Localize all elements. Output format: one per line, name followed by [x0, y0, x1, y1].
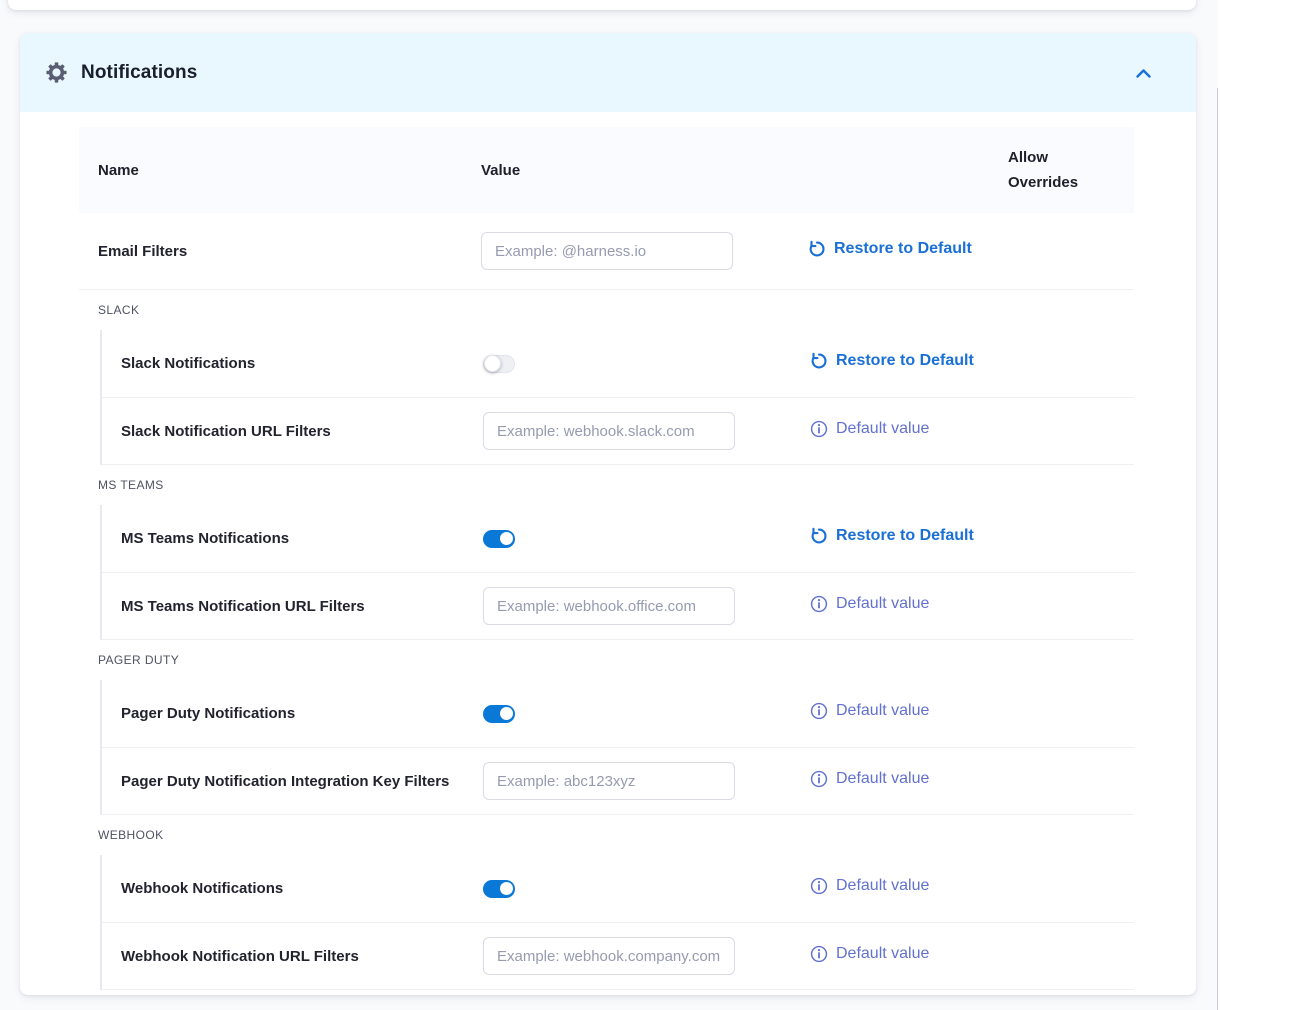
- default-value-link[interactable]: Default value: [810, 702, 929, 720]
- setting-action-cell: Restore to Default: [810, 352, 1134, 375]
- right-gutter: [1218, 0, 1300, 1010]
- row-webhook-notification-url-filters: Webhook Notification URL Filters Default …: [102, 922, 1134, 989]
- setting-value-cell: [483, 587, 810, 625]
- setting-name: Slack Notifications: [102, 355, 483, 372]
- settings-table: Name Value Allow Overrides Email Filters…: [20, 112, 1196, 990]
- setting-value-cell: [483, 762, 810, 800]
- restore-to-default-link[interactable]: Restore to Default: [810, 352, 974, 370]
- group-slack: Slack NotificationsRestore to DefaultSla…: [100, 330, 1134, 465]
- setting-name: Pager Duty Notifications: [102, 705, 483, 722]
- column-header-allow-overrides: Allow Overrides: [1008, 145, 1088, 195]
- row-pager-duty-notification-integration-key-filters: Pager Duty Notification Integration Key …: [102, 747, 1134, 814]
- setting-value-cell: [483, 355, 810, 373]
- default-value-link[interactable]: Default value: [810, 595, 929, 613]
- toggle-knob: [500, 532, 513, 545]
- restore-icon: [808, 240, 826, 258]
- setting-value-cell: [483, 705, 810, 723]
- webhook-notifications-toggle[interactable]: [483, 880, 515, 898]
- info-icon: [810, 945, 828, 963]
- toggle-knob: [500, 882, 513, 895]
- group-ms-teams: MS Teams Notifications Restore to Default…: [100, 505, 1134, 640]
- group-webhook: Webhook NotificationsDefault valueWebhoo…: [100, 855, 1134, 990]
- row-ms-teams-notification-url-filters: MS Teams Notification URL Filters Default…: [102, 572, 1134, 639]
- column-header-name: Name: [79, 158, 481, 183]
- setting-name: Email Filters: [79, 243, 481, 260]
- restore-icon: [810, 527, 828, 545]
- table-header-row: Name Value Allow Overrides: [79, 127, 1134, 213]
- action-label: Restore to Default: [834, 240, 972, 258]
- setting-value-cell: [481, 232, 808, 270]
- row-webhook-notifications: Webhook Notifications Default value: [102, 855, 1134, 922]
- row-ms-teams-notifications: MS Teams Notifications Restore to Default: [102, 505, 1134, 572]
- webhook-notification-url-filters-input[interactable]: [483, 937, 735, 975]
- setting-name: MS Teams Notification URL Filters: [102, 598, 483, 615]
- table-body: Email FiltersRestore to DefaultSLACKSlac…: [79, 213, 1134, 990]
- setting-name: Webhook Notification URL Filters: [102, 948, 483, 965]
- ms-teams-notifications-toggle[interactable]: [483, 530, 515, 548]
- email-filters-input[interactable]: [481, 232, 733, 270]
- action-label: Default value: [836, 420, 929, 438]
- restore-icon: [810, 352, 828, 370]
- slack-notifications-toggle[interactable]: [483, 355, 515, 373]
- setting-action-cell: Restore to Default: [808, 240, 1134, 263]
- restore-to-default-link[interactable]: Restore to Default: [808, 240, 972, 258]
- action-label: Default value: [836, 945, 929, 963]
- default-value-link[interactable]: Default value: [810, 420, 929, 438]
- action-label: Restore to Default: [836, 352, 974, 370]
- slack-notification-url-filters-input[interactable]: [483, 412, 735, 450]
- setting-value-cell: [483, 880, 810, 898]
- restore-to-default-link[interactable]: Restore to Default: [810, 527, 974, 545]
- action-label: Default value: [836, 877, 929, 895]
- section-title: Notifications: [81, 62, 1128, 84]
- pager-duty-notification-integration-key-filters-input[interactable]: [483, 762, 735, 800]
- chevron-up-icon: [1134, 66, 1153, 80]
- group-label-ms-teams: MS TEAMS: [79, 465, 1134, 505]
- setting-action-cell: Default value: [810, 702, 1134, 725]
- notifications-card: Notifications Name Value Allow Overrides…: [20, 33, 1196, 995]
- info-icon: [810, 420, 828, 438]
- setting-value-cell: [483, 937, 810, 975]
- setting-name: Pager Duty Notification Integration Key …: [102, 773, 483, 790]
- setting-action-cell: Default value: [810, 420, 1134, 443]
- group-label-slack: SLACK: [79, 290, 1134, 330]
- setting-name: MS Teams Notifications: [102, 530, 483, 547]
- setting-action-cell: Default value: [810, 877, 1134, 900]
- group-label-pager-duty: PAGER DUTY: [79, 640, 1134, 680]
- row-pager-duty-notifications: Pager Duty Notifications Default value: [102, 680, 1134, 747]
- setting-action-cell: Restore to Default: [810, 527, 1134, 550]
- column-header-value: Value: [481, 158, 808, 183]
- default-value-link[interactable]: Default value: [810, 945, 929, 963]
- setting-action-cell: Default value: [810, 770, 1134, 793]
- action-label: Restore to Default: [836, 527, 974, 545]
- group-label-webhook: WEBHOOK: [79, 815, 1134, 855]
- info-icon: [810, 595, 828, 613]
- setting-value-cell: [483, 530, 810, 548]
- setting-action-cell: Default value: [810, 595, 1134, 618]
- setting-name: Webhook Notifications: [102, 880, 483, 897]
- notifications-card-header[interactable]: Notifications: [20, 33, 1196, 112]
- default-value-link[interactable]: Default value: [810, 770, 929, 788]
- setting-value-cell: [483, 412, 810, 450]
- collapse-section-button[interactable]: [1128, 58, 1158, 88]
- previous-card-partial: [8, 0, 1196, 10]
- gear-icon: [46, 62, 67, 83]
- pager-duty-notifications-toggle[interactable]: [483, 705, 515, 723]
- row-slack-notifications: Slack Notifications Restore to Default: [102, 330, 1134, 397]
- action-label: Default value: [836, 702, 929, 720]
- action-label: Default value: [836, 595, 929, 613]
- info-icon: [810, 877, 828, 895]
- toggle-knob: [500, 707, 513, 720]
- info-icon: [810, 770, 828, 788]
- action-label: Default value: [836, 770, 929, 788]
- toggle-knob: [484, 355, 501, 372]
- scroll-divider: [1217, 88, 1218, 1010]
- row-email-filters: Email Filters Restore to Default: [79, 213, 1134, 290]
- ms-teams-notification-url-filters-input[interactable]: [483, 587, 735, 625]
- setting-name: Slack Notification URL Filters: [102, 423, 483, 440]
- setting-action-cell: Default value: [810, 945, 1134, 968]
- group-pager-duty: Pager Duty NotificationsDefault valuePag…: [100, 680, 1134, 815]
- default-value-link[interactable]: Default value: [810, 877, 929, 895]
- row-slack-notification-url-filters: Slack Notification URL Filters Default va…: [102, 397, 1134, 464]
- info-icon: [810, 702, 828, 720]
